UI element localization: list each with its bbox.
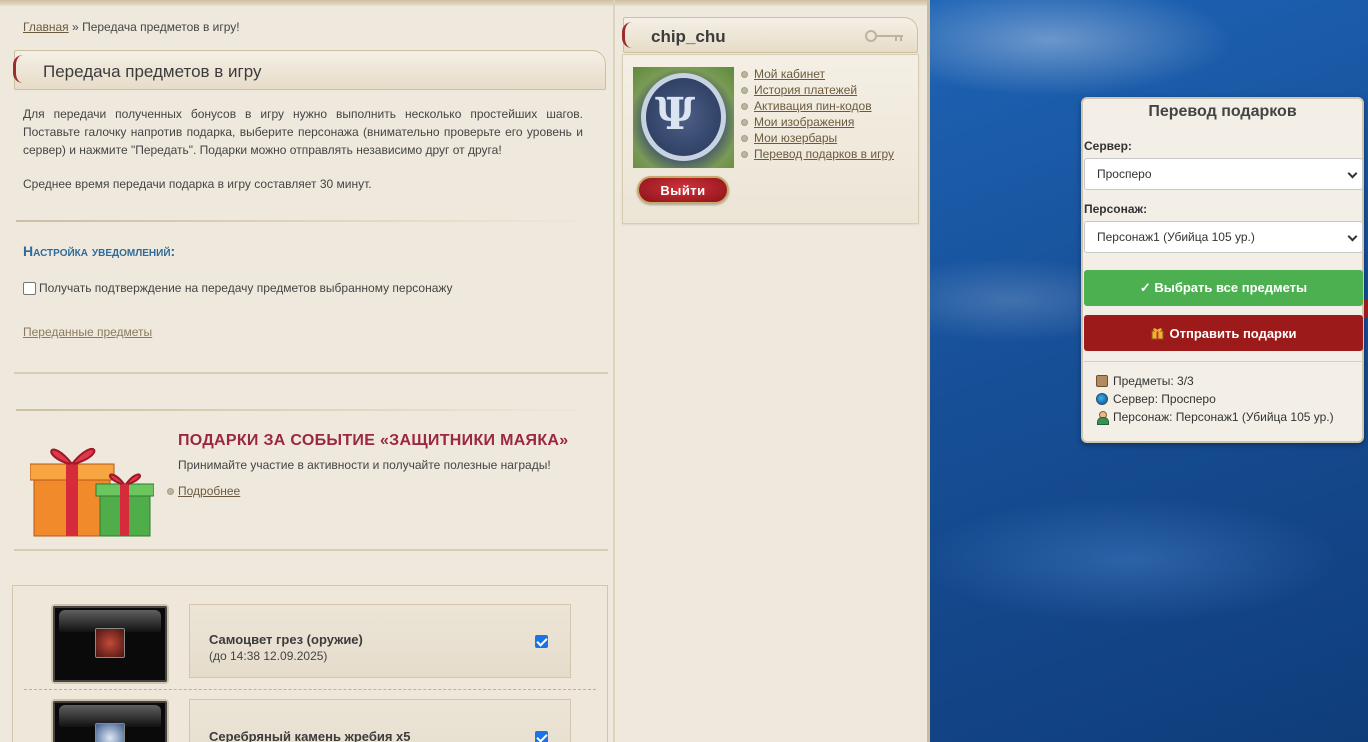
breadcrumb-separator: » xyxy=(72,20,79,34)
user-menu-item[interactable]: Мои юзербары xyxy=(741,130,894,146)
user-menu-link[interactable]: Активация пин-кодов xyxy=(754,99,872,113)
intro-text: Для передачи полученных бонусов в игру н… xyxy=(23,107,583,157)
server-select[interactable]: Просперо xyxy=(1084,158,1363,190)
user-title-bar: chip_chu xyxy=(622,17,918,53)
event-title: ПОДАРКИ ЗА СОБЫТИЕ «ЗАЩИТНИКИ МАЯКА» xyxy=(178,432,569,449)
average-time-text: Среднее время передачи подарка в игру со… xyxy=(23,177,372,191)
item-separator xyxy=(24,689,596,690)
user-icon xyxy=(1096,410,1109,425)
send-gifts-button[interactable]: Отправить подарки xyxy=(1084,315,1363,351)
summary-server-text: Сервер: Просперо xyxy=(1113,392,1216,406)
box-icon xyxy=(1096,375,1108,387)
chevron-down-icon xyxy=(1347,168,1358,179)
list-item: Серебряный камень жребия x5 xyxy=(189,699,571,742)
transferred-items-link[interactable]: Переданные предметы xyxy=(23,325,152,339)
notification-checkbox-label: Получать подтверждение на передачу предм… xyxy=(39,281,453,295)
send-gifts-label: Отправить подарки xyxy=(1169,325,1297,341)
bullet-icon xyxy=(741,118,748,126)
item-thumbnail xyxy=(51,699,169,742)
item-expiry: (до 14:38 12.09.2025) xyxy=(209,649,328,663)
gift-panel-title: Перевод подарков xyxy=(1148,103,1297,120)
item-checkbox[interactable] xyxy=(535,635,548,648)
panel-edge-tab xyxy=(1364,300,1368,318)
chevron-down-icon xyxy=(1347,231,1358,242)
gem-icon xyxy=(95,628,125,658)
title-ornament-icon xyxy=(622,22,642,48)
server-label: Сервер: xyxy=(1084,139,1132,153)
breadcrumb-current: Передача предметов в игру! xyxy=(82,20,240,34)
globe-icon xyxy=(1096,393,1108,405)
key-icon xyxy=(865,30,903,42)
bullet-icon xyxy=(741,134,748,142)
item-checkbox[interactable] xyxy=(535,731,548,742)
panel-bottom-edge xyxy=(14,372,608,374)
character-select[interactable]: Персонаж1 (Убийца 105 ур.) xyxy=(1084,221,1363,253)
site-page: Главная » Передача предметов в игру! Пер… xyxy=(0,0,930,742)
section-divider xyxy=(16,220,608,222)
silver-stone-icon xyxy=(95,723,125,742)
page-title-bar: Передача предметов в игру xyxy=(13,50,606,90)
user-menu: Мой кабинет История платежей Активация п… xyxy=(741,66,894,162)
user-menu-item[interactable]: Перевод подарков в игру xyxy=(741,146,894,162)
select-all-button[interactable]: ✓ Выбрать все предметы xyxy=(1084,270,1363,306)
avatar: Ψ xyxy=(633,67,734,168)
item-name: Самоцвет грез (оружие) xyxy=(209,632,363,647)
gift-icon xyxy=(1151,327,1163,339)
summary-character: Персонаж: Персонаж1 (Убийца 105 ур.) xyxy=(1096,408,1363,426)
gift-transfer-panel: Перевод подарков Сервер: Просперо Персон… xyxy=(1081,97,1364,443)
character-select-value: Персонаж1 (Убийца 105 ур.) xyxy=(1097,230,1255,244)
breadcrumb-home-link[interactable]: Главная xyxy=(23,20,69,34)
user-menu-item[interactable]: Активация пин-кодов xyxy=(741,98,894,114)
summary-character-text: Персонаж: Персонаж1 (Убийца 105 ур.) xyxy=(1113,410,1334,424)
summary-items-text: Предметы: 3/3 xyxy=(1113,374,1194,388)
bullet-icon xyxy=(741,150,748,158)
user-menu-link[interactable]: История платежей xyxy=(754,83,857,97)
event-more-link[interactable]: Подробнее xyxy=(178,484,240,498)
user-menu-item[interactable]: Мой кабинет xyxy=(741,66,894,82)
column-divider xyxy=(613,0,615,742)
event-description: Принимайте участие в активности и получа… xyxy=(178,458,551,472)
user-menu-item[interactable]: Мои изображения xyxy=(741,114,894,130)
breadcrumb: Главная » Передача предметов в игру! xyxy=(23,20,240,34)
gift-box-icon xyxy=(30,448,154,537)
notifications-title: Настройка уведомлений: xyxy=(23,243,176,259)
bullet-icon xyxy=(167,487,174,495)
summary-items: Предметы: 3/3 xyxy=(1096,372,1363,390)
character-label: Персонаж: xyxy=(1084,202,1148,216)
select-all-label: ✓ Выбрать все предметы xyxy=(1139,280,1308,295)
event-more: Подробнее xyxy=(167,484,240,498)
bullet-icon xyxy=(741,86,748,94)
page-title: Передача предметов в игру xyxy=(43,62,262,81)
section-divider xyxy=(16,409,608,411)
bullet-icon xyxy=(741,70,748,78)
transfer-summary: Предметы: 3/3 Сервер: Просперо Персонаж:… xyxy=(1084,361,1363,439)
user-menu-link[interactable]: Мой кабинет xyxy=(754,67,825,81)
user-menu-link[interactable]: Перевод подарков в игру xyxy=(754,147,894,161)
summary-server: Сервер: Просперо xyxy=(1096,390,1363,408)
notification-option[interactable]: Получать подтверждение на передачу предм… xyxy=(23,281,453,295)
notification-checkbox[interactable] xyxy=(23,281,36,295)
logout-button[interactable]: Выйти xyxy=(637,176,729,204)
page-top-border xyxy=(0,0,927,6)
bullet-icon xyxy=(741,102,748,110)
user-menu-link[interactable]: Мои изображения xyxy=(754,115,854,129)
server-select-value: Просперо xyxy=(1097,167,1152,181)
username: chip_chu xyxy=(651,27,726,46)
title-ornament-icon xyxy=(13,55,33,83)
panel-bottom-edge xyxy=(14,549,608,551)
list-item: Самоцвет грез (оружие) (до 14:38 12.09.2… xyxy=(189,604,571,678)
user-menu-item[interactable]: История платежей xyxy=(741,82,894,98)
item-thumbnail xyxy=(51,604,169,684)
user-menu-link[interactable]: Мои юзербары xyxy=(754,131,837,145)
item-name: Серебряный камень жребия x5 xyxy=(209,729,411,742)
